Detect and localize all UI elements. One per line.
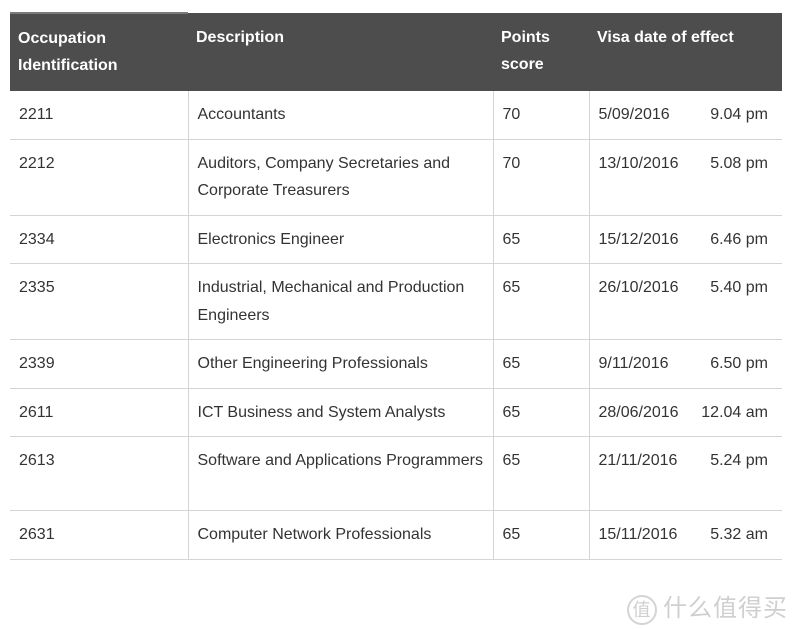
cell-occupation-id: 2335 [10,263,188,340]
cell-occupation-id: 2631 [10,510,188,560]
cell-description: Other Engineering Professionals [187,339,493,389]
table-row: 2613 Software and Applications Programmer… [10,436,782,511]
watermark-logo: 值什么值得买 [627,588,788,625]
table-row: 2335 Industrial, Mechanical and Productio… [10,263,782,340]
cell-description: ICT Business and System Analysts [187,388,493,437]
visa-date: 28/06/2016 [598,403,679,421]
cell-occupation-id: 2211 [10,91,188,140]
visa-time: 5.32 am [710,526,768,543]
header-description: Description [188,13,493,91]
occupation-table: Occupation Identification Description Po… [10,12,782,560]
table-row: 2339 Other Engineering Professionals 65 9/1… [10,339,782,389]
cell-points: 65 [492,510,589,560]
cell-visa-date: 5/09/2016 9.04 pm [588,91,782,140]
table-header-row: Occupation Identification Description Po… [10,12,782,91]
cell-points: 65 [492,215,589,264]
cell-description: Industrial, Mechanical and Production En… [187,263,493,340]
watermark-badge: 值 [627,594,657,625]
table-row: 2631 Computer Network Professionals 65 15/1… [10,510,782,560]
table-row: 2211 Accountants 70 5/09/2016 9.04 pm [10,91,782,140]
visa-time: 12.04 am [701,403,768,421]
cell-points: 65 [492,339,589,389]
visa-time: 6.46 pm [710,230,768,248]
visa-time: 5.40 pm [710,279,768,296]
visa-time: 9.04 pm [710,106,768,123]
cell-description: Accountants [187,91,493,140]
visa-date: 9/11/2016 [598,355,669,372]
visa-date: 5/09/2016 [598,106,670,123]
cell-occupation-id: 2212 [10,139,188,216]
visa-time: 5.08 pm [710,154,768,172]
visa-time: 6.50 pm [710,355,768,372]
cell-visa-date: 28/06/2016 12.04 am [588,388,782,437]
cell-visa-date: 15/12/2016 6.46 pm [588,215,782,264]
cell-points: 70 [492,139,589,216]
cell-points: 70 [492,91,589,140]
header-visa-date: Visa date of effect [589,13,782,91]
cell-description: Computer Network Professionals [187,510,493,560]
visa-date: 15/12/2016 [598,230,679,248]
visa-date: 26/10/2016 [598,279,679,296]
cell-visa-date: 13/10/2016 5.08 pm [588,139,782,216]
table-row: 2611 ICT Business and System Analysts 65 28… [10,388,782,437]
cell-points: 65 [492,388,589,437]
visa-date: 15/11/2016 [598,526,678,543]
cell-description: Electronics Engineer [187,215,493,264]
cell-occupation-id: 2334 [10,215,188,264]
watermark-text: 什么值得买 [663,595,788,622]
cell-visa-date: 26/10/2016 5.40 pm [588,263,782,340]
table-row: 2334 Electronics Engineer 65 15/12/2016 6.46… [10,215,782,264]
cell-occupation-id: 2611 [10,388,188,437]
visa-time: 5.24 pm [710,452,768,469]
table-row: 2212 Auditors, Company Secretaries and Co… [10,139,782,216]
cell-points: 65 [492,263,589,340]
cell-occupation-id: 2339 [10,339,188,389]
cell-visa-date: 15/11/2016 5.32 am [588,510,782,560]
cell-points: 65 [492,436,589,511]
cell-visa-date: 9/11/2016 6.50 pm [588,339,782,389]
cell-occupation-id: 2613 [10,436,188,511]
cell-description: Software and Applications Programmers [187,436,493,511]
visa-date: 21/11/2016 [598,452,678,469]
cell-visa-date: 21/11/2016 5.24 pm [588,436,782,511]
header-points: Points score [493,13,589,91]
cell-description: Auditors, Company Secretaries and Corpor… [187,139,493,216]
header-occupation-id: Occupation Identification [10,12,188,91]
visa-date: 13/10/2016 [598,154,679,172]
